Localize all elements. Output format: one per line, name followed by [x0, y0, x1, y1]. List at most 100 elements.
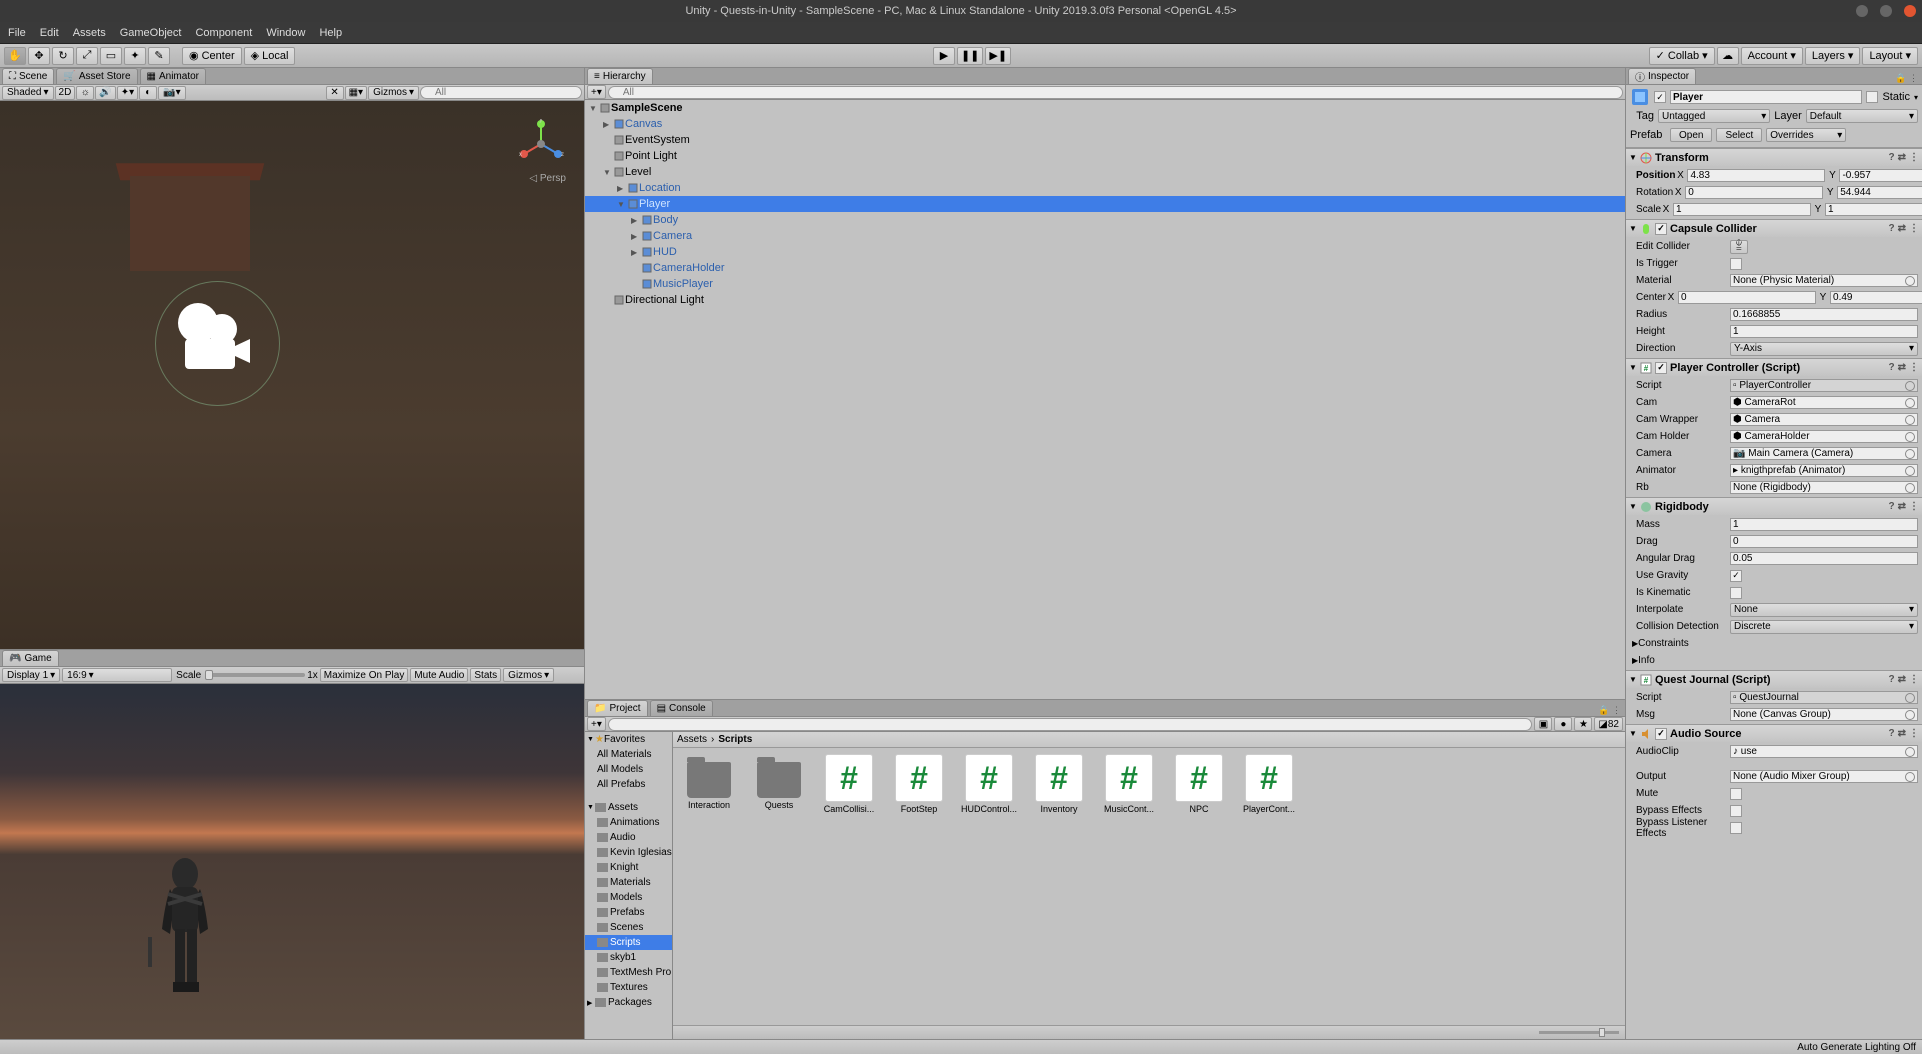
interpolate-dropdown[interactable]: None▾: [1730, 603, 1918, 617]
scale-tool-button[interactable]: ⤢: [76, 47, 98, 65]
game-gizmos-dropdown[interactable]: Gizmos ▾: [503, 668, 554, 682]
player-controller-header[interactable]: ▼ # ✓ Player Controller (Script) ?⇄⋮: [1626, 359, 1922, 376]
radius-input[interactable]: [1730, 308, 1918, 321]
transform-component-header[interactable]: ▼ Transform ? ⇄ ⋮: [1626, 149, 1922, 166]
layer-dropdown[interactable]: Default▾: [1806, 109, 1918, 123]
maximize-icon[interactable]: [1880, 5, 1892, 17]
maximize-toggle[interactable]: Maximize On Play: [320, 668, 409, 682]
layout-dropdown[interactable]: Layout ▾: [1862, 47, 1918, 65]
rigidbody-header[interactable]: ▼ Rigidbody ?⇄⋮: [1626, 498, 1922, 515]
audio-source-header[interactable]: ▼ ✓ Audio Source ?⇄⋮: [1626, 725, 1922, 742]
close-icon[interactable]: [1904, 5, 1916, 17]
move-tool-button[interactable]: ✥: [28, 47, 50, 65]
center-x-input[interactable]: [1678, 291, 1816, 304]
capsule-collider-header[interactable]: ▼ ✓ Capsule Collider ?⇄⋮: [1626, 220, 1922, 237]
msg-field[interactable]: None (Canvas Group): [1730, 708, 1918, 721]
asset-playercont[interactable]: #PlayerCont...: [1239, 754, 1299, 814]
pause-button[interactable]: ❚❚: [957, 47, 983, 65]
prefab-overrides-dropdown[interactable]: Overrides▾: [1766, 128, 1846, 142]
capsule-enabled-checkbox[interactable]: ✓: [1655, 223, 1667, 235]
asset-interaction[interactable]: Interaction: [679, 754, 739, 814]
tab-project[interactable]: 📁 Project: [587, 700, 648, 716]
project-folder-assets[interactable]: ▼Assets: [585, 800, 672, 815]
save-search-button[interactable]: ★: [1574, 717, 1592, 731]
cam-field[interactable]: ⬢ CameraRot: [1730, 396, 1918, 409]
fx-toggle[interactable]: ✦▾: [117, 86, 138, 100]
is-kinematic-checkbox[interactable]: [1730, 587, 1742, 599]
asset-camcollisi[interactable]: #CamCollisi...: [819, 754, 879, 814]
project-folder-audio[interactable]: Audio: [585, 830, 672, 845]
tab-animator[interactable]: ▦ Animator: [140, 68, 206, 84]
perspective-label[interactable]: ◁ Persp: [529, 173, 566, 184]
project-folder-materials[interactable]: Materials: [585, 875, 672, 890]
menu-gameobject[interactable]: GameObject: [120, 27, 182, 39]
minimize-icon[interactable]: [1856, 5, 1868, 17]
scale-slider[interactable]: [205, 673, 305, 677]
hierarchy-create-button[interactable]: +▾: [587, 85, 606, 99]
game-view[interactable]: [0, 684, 584, 1039]
project-folder-skyb1[interactable]: skyb1: [585, 950, 672, 965]
inspector-lock-icon[interactable]: 🔒 ⋮: [1895, 73, 1922, 84]
gizmo-toggle[interactable]: ▦▾: [345, 86, 367, 100]
2d-toggle[interactable]: 2D: [55, 86, 76, 100]
rect-tool-button[interactable]: ▭: [100, 47, 122, 65]
project-folder-favorites[interactable]: ▼★Favorites: [585, 732, 672, 747]
animator-field[interactable]: ▸ knigthprefab (Animator): [1730, 464, 1918, 477]
project-folder-prefabs[interactable]: Prefabs: [585, 905, 672, 920]
menu-assets[interactable]: Assets: [73, 27, 106, 39]
grid-toggle[interactable]: ✕: [326, 86, 344, 100]
project-folder-all-materials[interactable]: All Materials: [585, 747, 672, 762]
audio-mute-checkbox[interactable]: [1730, 788, 1742, 800]
shading-dropdown[interactable]: Shaded ▾: [2, 86, 54, 100]
layers-dropdown[interactable]: Layers ▾: [1805, 47, 1861, 65]
project-folder-all-prefabs[interactable]: All Prefabs: [585, 777, 672, 792]
project-folder-all-models[interactable]: All Models: [585, 762, 672, 777]
camholder-field[interactable]: ⬢ CameraHolder: [1730, 430, 1918, 443]
help-icon[interactable]: ?: [1889, 152, 1895, 163]
gizmos-dropdown[interactable]: Gizmos ▾: [368, 86, 419, 100]
search-by-label-button[interactable]: ●: [1554, 717, 1572, 731]
camwrapper-field[interactable]: ⬢ Camera: [1730, 413, 1918, 426]
menu-icon[interactable]: ⋮: [1909, 152, 1919, 163]
height-input[interactable]: [1730, 325, 1918, 338]
is-trigger-checkbox[interactable]: [1730, 258, 1742, 270]
asset-musiccont[interactable]: #MusicCont...: [1099, 754, 1159, 814]
camera-field[interactable]: 📷 Main Camera (Camera): [1730, 447, 1918, 460]
project-folder-animations[interactable]: Animations: [585, 815, 672, 830]
audiosource-enabled-checkbox[interactable]: ✓: [1655, 728, 1667, 740]
stats-toggle[interactable]: Stats: [470, 668, 501, 682]
collab-button[interactable]: ✓ Collab ▾: [1649, 47, 1715, 65]
tab-console[interactable]: ▤ Console: [650, 700, 713, 716]
angular-drag-input[interactable]: [1730, 552, 1918, 565]
lock-icon[interactable]: 🔒 ⋮: [1598, 705, 1625, 716]
mute-toggle[interactable]: Mute Audio: [410, 668, 468, 682]
hierarchy-item-canvas[interactable]: ▶Canvas: [585, 116, 1625, 132]
project-folder-textmesh-pro[interactable]: TextMesh Pro: [585, 965, 672, 980]
hierarchy-item-musicplayer[interactable]: MusicPlayer: [585, 276, 1625, 292]
menu-edit[interactable]: Edit: [40, 27, 59, 39]
gameobject-name-input[interactable]: [1670, 90, 1862, 104]
search-by-type-button[interactable]: ▣: [1534, 717, 1552, 731]
project-folder-textures[interactable]: Textures: [585, 980, 672, 995]
rotation-x-input[interactable]: [1685, 186, 1823, 199]
hierarchy-item-samplescene[interactable]: ▼SampleScene: [585, 100, 1625, 116]
rb-field[interactable]: None (Rigidbody): [1730, 481, 1918, 494]
account-dropdown[interactable]: Account ▾: [1741, 47, 1803, 65]
scale-x-input[interactable]: [1673, 203, 1811, 216]
breadcrumb-assets[interactable]: Assets: [677, 734, 707, 745]
hierarchy-search-input[interactable]: [608, 86, 1623, 99]
scene-view[interactable]: y x z ◁ Persp: [0, 101, 584, 649]
breadcrumb-scripts[interactable]: Scripts: [718, 734, 752, 745]
bypass-effects-checkbox[interactable]: [1730, 805, 1742, 817]
drag-input[interactable]: [1730, 535, 1918, 548]
asset-npc[interactable]: #NPC: [1169, 754, 1229, 814]
asset-footstep[interactable]: #FootStep: [889, 754, 949, 814]
center-y-input[interactable]: [1830, 291, 1922, 304]
menu-file[interactable]: File: [8, 27, 26, 39]
preset-icon[interactable]: ⇄: [1898, 152, 1906, 163]
project-search-input[interactable]: [608, 718, 1533, 731]
tab-scene[interactable]: ⛶ Scene: [2, 68, 54, 84]
hierarchy-item-camera[interactable]: ▶Camera: [585, 228, 1625, 244]
direction-dropdown[interactable]: Y-Axis▾: [1730, 342, 1918, 356]
use-gravity-checkbox[interactable]: ✓: [1730, 570, 1742, 582]
